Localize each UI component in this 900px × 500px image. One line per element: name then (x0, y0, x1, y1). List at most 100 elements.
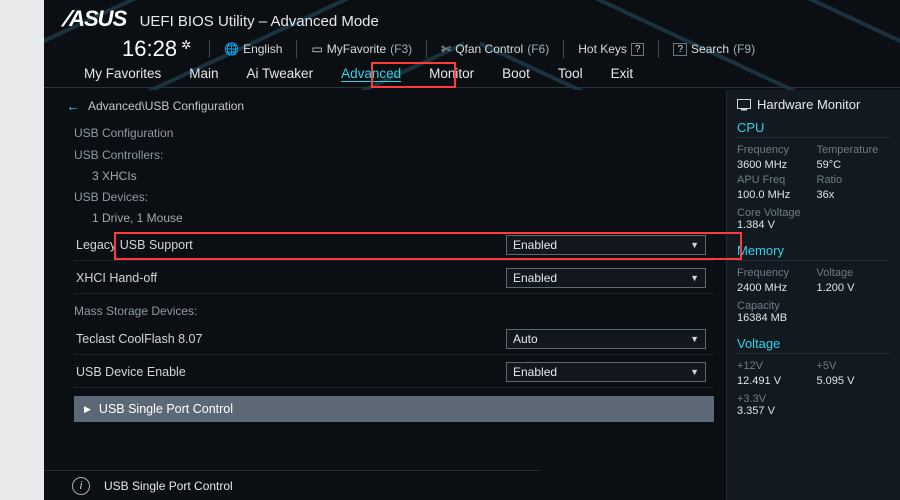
hotkeys-button[interactable]: Hot Keys ? (578, 42, 644, 56)
tab-exit[interactable]: Exit (597, 61, 648, 87)
side-label: APU Freq (737, 174, 811, 186)
setting-label: Teclast CoolFlash 8.07 (76, 332, 202, 346)
brand-logo: /ASUS (64, 6, 126, 32)
side-value: 2400 MHz (737, 282, 811, 294)
search-button[interactable]: ? Search (F9) (673, 42, 755, 56)
side-value: 100.0 MHz (737, 189, 811, 201)
side-label: Core Voltage (737, 207, 890, 219)
side-label: Temperature (817, 144, 891, 156)
top-bar: /ASUS UEFI BIOS Utility – Advanced Mode … (44, 0, 900, 58)
qfan-button[interactable]: ✄ Qfan Control (F6) (441, 42, 549, 56)
select-mass-device-0[interactable]: Auto ▼ (506, 329, 706, 349)
setting-xhci-handoff[interactable]: XHCI Hand-off Enabled ▼ (74, 263, 714, 294)
side-title: Hardware Monitor (757, 97, 860, 112)
tab-main[interactable]: Main (175, 61, 232, 87)
submenu-usb-single-port[interactable]: ▶ USB Single Port Control (74, 396, 714, 422)
side-voltage-heading: Voltage (737, 336, 890, 354)
side-label: Voltage (817, 267, 891, 279)
footer-help-text: USB Single Port Control (104, 479, 233, 493)
app-title: UEFI BIOS Utility – Advanced Mode (140, 13, 379, 30)
usb-controllers-label: USB Controllers: (74, 144, 714, 166)
usb-controllers-value: 3 XHCIs (74, 166, 714, 186)
back-arrow-icon[interactable]: ← (66, 98, 80, 114)
nav-tabs: My Favorites Main Ai Tweaker Advanced Mo… (44, 60, 900, 88)
side-label: Capacity (737, 300, 890, 312)
breadcrumb-text: Advanced\USB Configuration (88, 99, 244, 113)
divider (563, 40, 564, 58)
side-value: 1.200 V (817, 282, 891, 294)
tab-ai-tweaker[interactable]: Ai Tweaker (233, 61, 328, 87)
myfavorite-hint: (F3) (390, 42, 412, 56)
qfan-label: Qfan Control (455, 42, 523, 56)
search-hint: (F9) (733, 42, 755, 56)
folder-icon: ▭ (311, 42, 322, 56)
usb-devices-value: 1 Drive, 1 Mouse (74, 208, 714, 228)
select-legacy-usb-support[interactable]: Enabled ▼ (506, 235, 706, 255)
divider (658, 40, 659, 58)
select-value: Enabled (513, 238, 557, 252)
side-label: Frequency (737, 144, 811, 156)
setting-usb-device-enable[interactable]: USB Device Enable Enabled ▼ (74, 357, 714, 388)
triangle-right-icon: ▶ (84, 404, 91, 415)
side-memory-heading: Memory (737, 243, 890, 261)
chevron-down-icon: ▼ (690, 367, 699, 377)
myfavorite-label: MyFavorite (327, 42, 386, 56)
side-value: 3.357 V (737, 405, 890, 417)
select-value: Enabled (513, 365, 557, 379)
tab-boot[interactable]: Boot (488, 61, 544, 87)
side-label: Ratio (817, 174, 891, 186)
side-label: +12V (737, 360, 811, 372)
select-value: Auto (513, 332, 538, 346)
clock-time: 16:28 (122, 36, 177, 62)
setting-label: USB Device Enable (76, 365, 186, 379)
hotkeys-box: ? (631, 43, 645, 56)
footer-help: i USB Single Port Control (44, 470, 540, 500)
section-heading: USB Configuration (74, 122, 714, 144)
select-xhci-handoff[interactable]: Enabled ▼ (506, 268, 706, 288)
tab-advanced[interactable]: Advanced (327, 61, 415, 87)
tab-tool[interactable]: Tool (544, 61, 597, 87)
side-value: 12.491 V (737, 375, 811, 387)
tab-my-favorites[interactable]: My Favorites (70, 61, 175, 87)
select-value: Enabled (513, 271, 557, 285)
side-value: 3600 MHz (737, 159, 811, 171)
side-cpu-heading: CPU (737, 120, 890, 138)
main-pane: ← Advanced\USB Configuration USB Configu… (44, 90, 726, 500)
chevron-down-icon: ▼ (690, 334, 699, 344)
side-value: 5.095 V (817, 375, 891, 387)
setting-mass-device-0[interactable]: Teclast CoolFlash 8.07 Auto ▼ (74, 324, 714, 355)
side-label: Frequency (737, 267, 811, 279)
gear-icon[interactable]: ✲ (181, 38, 191, 52)
fan-icon: ✄ (441, 42, 451, 56)
side-label: +3.3V (737, 393, 890, 405)
hotkeys-label: Hot Keys (578, 42, 627, 56)
side-label: +5V (817, 360, 891, 372)
side-value: 36x (817, 189, 891, 201)
side-value: 16384 MB (737, 312, 890, 324)
search-icon: ? (673, 43, 687, 56)
monitor-icon (737, 99, 751, 111)
divider (209, 40, 210, 58)
select-usb-device-enable[interactable]: Enabled ▼ (506, 362, 706, 382)
myfavorite-button[interactable]: ▭ MyFavorite (F3) (311, 42, 412, 56)
side-value: 59°C (817, 159, 891, 171)
setting-label: XHCI Hand-off (76, 271, 157, 285)
hardware-monitor-panel: Hardware Monitor CPU Frequency Temperatu… (726, 90, 900, 500)
submenu-label: USB Single Port Control (99, 402, 233, 416)
divider (426, 40, 427, 58)
language-label: English (243, 42, 282, 56)
chevron-down-icon: ▼ (690, 273, 699, 283)
side-value: 1.384 V (737, 219, 890, 231)
search-label: Search (691, 42, 729, 56)
qfan-hint: (F6) (527, 42, 549, 56)
language-selector[interactable]: 🌐 English (224, 42, 282, 56)
info-icon: i (72, 477, 90, 495)
globe-icon: 🌐 (224, 42, 239, 56)
breadcrumb[interactable]: ← Advanced\USB Configuration (44, 90, 720, 122)
tab-monitor[interactable]: Monitor (415, 61, 488, 87)
chevron-down-icon: ▼ (690, 240, 699, 250)
usb-devices-label: USB Devices: (74, 186, 714, 208)
mass-storage-label: Mass Storage Devices: (74, 300, 714, 322)
clock[interactable]: 16:28 ✲ (122, 36, 191, 62)
setting-legacy-usb-support[interactable]: Legacy USB Support Enabled ▼ (74, 230, 714, 261)
